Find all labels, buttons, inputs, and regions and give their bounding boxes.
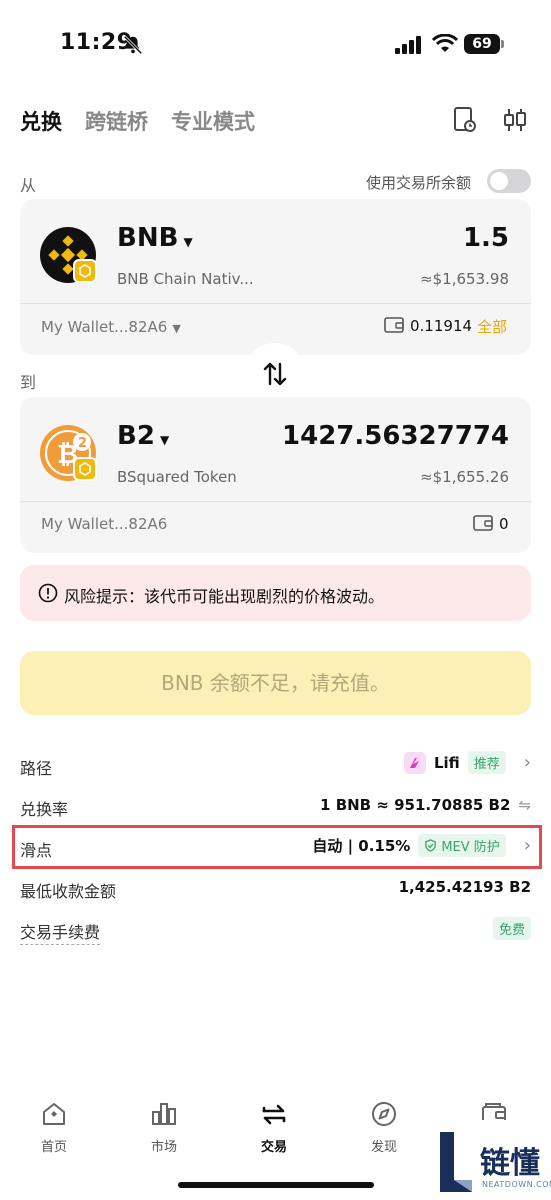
rate-value: 1 BNB ≈ 951.70885 B2 bbox=[320, 796, 511, 814]
chart-candle-icon[interactable] bbox=[502, 106, 528, 134]
chevron-right-icon: › bbox=[523, 835, 531, 856]
swap-arrows-icon bbox=[263, 362, 287, 386]
fee-value-badge: 免费 bbox=[492, 917, 531, 940]
market-icon bbox=[152, 1103, 176, 1125]
card-divider bbox=[20, 303, 531, 304]
risk-notice-text: 风险提示：该代币可能出现剧烈的价格波动。 bbox=[64, 587, 385, 606]
nav-discover-label: 发现 bbox=[370, 1140, 397, 1155]
use-exchange-balance-label: 使用交易所余额 bbox=[366, 174, 472, 192]
from-token-symbol: BNB bbox=[117, 223, 179, 253]
mev-protection-badge: MEV 防护 bbox=[418, 834, 506, 857]
battery-tip bbox=[501, 40, 504, 48]
toggle-knob bbox=[490, 172, 508, 190]
chevron-down-icon: ▼ bbox=[183, 235, 193, 249]
svg-text:2: 2 bbox=[78, 436, 87, 451]
from-card: BNB ▼ BNB Chain Nativ... 1.5 ≈$1,653.98 … bbox=[20, 199, 531, 355]
to-token-symbol: B2 bbox=[117, 421, 155, 451]
to-balance: 0 bbox=[499, 515, 509, 533]
warning-info-icon bbox=[38, 583, 58, 603]
rate-label: 兑换率 bbox=[20, 800, 69, 819]
bnb-chain-badge-icon bbox=[73, 457, 97, 481]
to-usd-value: ≈$1,655.26 bbox=[420, 468, 509, 486]
nav-market[interactable]: 市场 bbox=[129, 1100, 199, 1155]
from-token-name: BNB Chain Nativ... bbox=[117, 270, 254, 288]
fee-label[interactable]: 交易手续费 bbox=[20, 919, 101, 945]
slippage-selector[interactable]: 自动 | 0.15% MEV 防护 › bbox=[312, 834, 531, 857]
to-token-name: BSquared Token bbox=[117, 468, 237, 486]
route-provider: Lifi bbox=[433, 753, 460, 772]
to-wallet-label: My Wallet...82A6 bbox=[41, 515, 168, 533]
route-label: 路径 bbox=[20, 759, 53, 778]
nav-discover[interactable]: 发现 bbox=[349, 1100, 419, 1155]
signal-icon bbox=[395, 36, 421, 54]
lifi-logo-icon bbox=[403, 751, 426, 774]
compass-icon bbox=[372, 1102, 396, 1126]
from-label: 从 bbox=[20, 176, 37, 195]
chevron-right-icon: › bbox=[523, 752, 531, 773]
recommended-badge: 推荐 bbox=[467, 751, 506, 774]
from-balance: 0.11914 bbox=[410, 317, 473, 335]
from-wallet-selector[interactable]: My Wallet...82A6 ▼ bbox=[41, 317, 181, 336]
bell-muted-icon bbox=[123, 35, 143, 55]
to-card: ₿ 2 B2 ▼ BSquared Token 1427.56327774 ≈$… bbox=[20, 397, 531, 553]
slippage-label: 滑点 bbox=[20, 841, 53, 860]
from-usd-value: ≈$1,653.98 bbox=[420, 270, 509, 288]
wallet-icon bbox=[384, 317, 404, 333]
history-icon[interactable] bbox=[452, 106, 478, 134]
home-icon bbox=[43, 1103, 65, 1125]
tab-pro-mode[interactable]: 专业模式 bbox=[171, 106, 255, 136]
watermark-text: 链懂 bbox=[480, 1146, 540, 1181]
tab-swap[interactable]: 兑换 bbox=[20, 106, 62, 136]
nav-market-label: 市场 bbox=[150, 1140, 177, 1155]
swap-rate-icon: ⇋ bbox=[518, 796, 531, 814]
rate-row[interactable]: 1 BNB ≈ 951.70885 B2 ⇋ bbox=[320, 796, 531, 814]
swap-direction-button[interactable] bbox=[244, 343, 306, 405]
chevron-down-icon: ▼ bbox=[160, 433, 170, 447]
bnb-chain-badge-icon bbox=[73, 259, 97, 283]
shield-check-icon bbox=[425, 839, 437, 852]
risk-notice: 风险提示：该代币可能出现剧烈的价格波动。 bbox=[20, 565, 531, 621]
nav-home[interactable]: 首页 bbox=[19, 1100, 89, 1155]
to-token-selector[interactable]: B2 ▼ bbox=[117, 421, 169, 451]
insufficient-balance-button[interactable]: BNB 余额不足，请充值。 bbox=[20, 651, 531, 715]
wifi-icon bbox=[432, 34, 458, 52]
to-amount: 1427.56327774 bbox=[282, 421, 509, 451]
from-amount-input[interactable]: 1.5 bbox=[463, 223, 509, 253]
nav-trade-label: 交易 bbox=[260, 1140, 287, 1155]
from-wallet-label: My Wallet...82A6 bbox=[41, 318, 168, 336]
min-received-label: 最低收款金额 bbox=[20, 882, 117, 901]
min-received-value: 1,425.42193 B2 bbox=[398, 878, 531, 896]
from-token-selector[interactable]: BNB ▼ bbox=[117, 223, 193, 253]
chevron-down-icon: ▼ bbox=[172, 322, 181, 335]
card-divider bbox=[20, 501, 531, 502]
nav-trade[interactable]: 交易 bbox=[239, 1100, 309, 1155]
tab-bridge[interactable]: 跨链桥 bbox=[85, 106, 148, 136]
watermark-logo-icon bbox=[440, 1132, 472, 1192]
route-selector[interactable]: Lifi 推荐 › bbox=[403, 751, 531, 774]
nav-home-label: 首页 bbox=[40, 1140, 67, 1155]
use-exchange-balance-toggle[interactable] bbox=[487, 169, 531, 193]
watermark-subtext: NEATDOWN.COM bbox=[482, 1180, 551, 1189]
max-button[interactable]: 全部 bbox=[477, 316, 507, 337]
to-label: 到 bbox=[20, 373, 37, 392]
home-indicator bbox=[178, 1182, 374, 1188]
slippage-value: 自动 | 0.15% bbox=[312, 837, 411, 855]
battery-level: 69 bbox=[464, 34, 500, 54]
trade-icon bbox=[262, 1104, 286, 1125]
wallet-icon bbox=[473, 515, 493, 531]
mev-protection-label: MEV 防护 bbox=[441, 840, 500, 855]
